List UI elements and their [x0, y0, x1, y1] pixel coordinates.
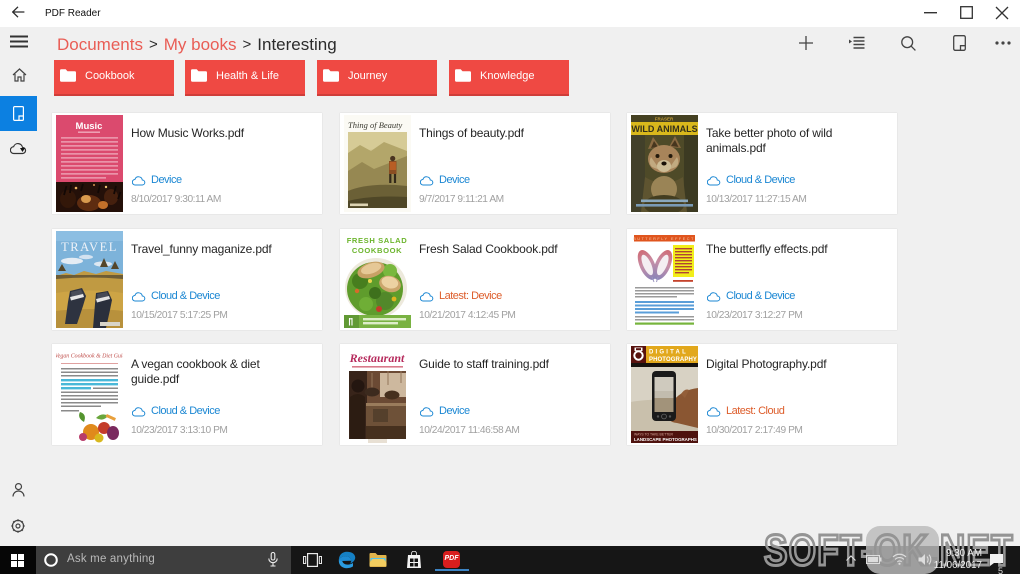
- svg-text:BUTTERFLY EFFECT: BUTTERFLY EFFECT: [633, 237, 695, 241]
- svg-text:TRAVEL: TRAVEL: [61, 240, 118, 254]
- svg-text:Thing of Beauty: Thing of Beauty: [348, 120, 403, 130]
- svg-text:PHOTOGRAPHY: PHOTOGRAPHY: [649, 357, 697, 363]
- svg-text:COOKBOOK: COOKBOOK: [352, 246, 402, 255]
- svg-text:Music: Music: [76, 121, 103, 132]
- svg-text:FRASER: FRASER: [655, 117, 674, 122]
- svg-text:LANDSCAPE PHOTOGRAPHS: LANDSCAPE PHOTOGRAPHS: [634, 437, 697, 442]
- svg-text:WILD ANIMALS: WILD ANIMALS: [631, 124, 697, 134]
- svg-text:Restaurant: Restaurant: [349, 351, 405, 365]
- svg-text:FRESH SALAD: FRESH SALAD: [347, 236, 408, 245]
- svg-text:DIGITAL: DIGITAL: [649, 350, 688, 356]
- svg-text:A Vegan Cookbook & Diet Guide: A Vegan Cookbook & Diet Guide: [56, 354, 123, 360]
- svg-text:WAYS TO TAKE BETTER: WAYS TO TAKE BETTER: [634, 433, 673, 437]
